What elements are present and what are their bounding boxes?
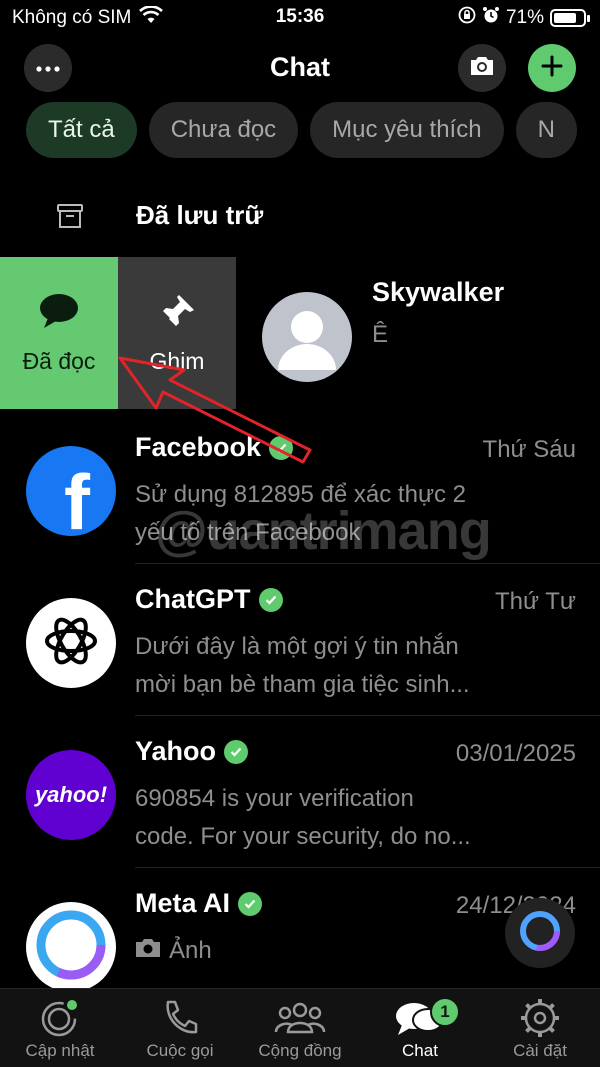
- phone-icon: [120, 995, 240, 1041]
- tab-label: Cập nhật: [25, 1041, 95, 1060]
- meta-ai-icon: [516, 907, 564, 960]
- facebook-logo-icon: f: [64, 457, 90, 537]
- chat-bubble-icon: [38, 292, 80, 336]
- alarm-icon: [482, 6, 500, 30]
- swiped-chat-row[interactable]: Đã đọc Ghim Skywalker Ê: [0, 257, 600, 409]
- tab-bar: Cập nhật Cuộc gọi Cộng đồng Chat 1 Cài đ…: [0, 988, 600, 1067]
- yahoo-avatar[interactable]: yahoo!: [26, 750, 116, 840]
- archive-icon: [56, 203, 84, 234]
- new-chat-button[interactable]: [528, 44, 576, 92]
- updates-icon: [0, 995, 120, 1041]
- settings-icon: [480, 995, 600, 1041]
- chat-name: ChatGPT: [135, 584, 251, 614]
- verified-icon: [224, 739, 249, 764]
- tab-label: Cộng đồng: [258, 1041, 342, 1060]
- meta-ai-ring-icon: [32, 906, 110, 989]
- status-bar: Không có SIM 15:36 71%: [0, 0, 600, 36]
- page-title: Chat: [270, 52, 330, 82]
- mark-read-label: Đã đọc: [22, 347, 96, 374]
- chat-preview: 690854 is your verification code. For yo…: [135, 780, 535, 856]
- camera-button[interactable]: [458, 44, 506, 92]
- archived-row[interactable]: Đã lưu trữ: [0, 180, 600, 252]
- preview-line: Ảnh: [169, 937, 212, 964]
- tab-label: Cuộc gọi: [146, 1041, 214, 1060]
- chat-name-group: Facebook: [135, 432, 294, 463]
- filter-favorites[interactable]: Mục yêu thích: [310, 102, 504, 158]
- unread-badge: 1: [430, 997, 460, 1027]
- battery-percent: 71%: [505, 7, 544, 28]
- chat-date: Thứ Sáu: [482, 436, 576, 463]
- avatar[interactable]: [262, 292, 352, 382]
- tab-calls[interactable]: Cuộc gọi: [120, 995, 240, 1061]
- preview-line: mời bạn bè tham gia tiệc sinh...: [135, 671, 470, 698]
- chat-name: Meta AI: [135, 888, 231, 918]
- camera-icon: [469, 55, 495, 82]
- preview-line: 690854 is your verification: [135, 785, 414, 812]
- chat-preview: Ê: [372, 321, 389, 348]
- preview-line: code. For your security, do no...: [135, 823, 471, 850]
- header: Chat: [0, 44, 600, 94]
- communities-icon: [240, 995, 360, 1041]
- filter-groups[interactable]: N: [515, 102, 577, 158]
- filter-chips: Tất cả Chưa đọc Mục yêu thích N: [26, 102, 577, 158]
- facebook-avatar[interactable]: f: [26, 446, 116, 536]
- chat-name-group: Yahoo: [135, 736, 249, 767]
- verified-icon: [258, 587, 283, 612]
- meta-ai-avatar[interactable]: [26, 902, 116, 992]
- watermark: @uantrimang: [155, 501, 492, 561]
- meta-ai-button[interactable]: [505, 898, 575, 968]
- photo-icon: [135, 932, 161, 970]
- pin-label: Ghim: [149, 347, 205, 374]
- pin-icon: [157, 292, 197, 338]
- filter-all[interactable]: Tất cả: [26, 102, 137, 158]
- pin-button[interactable]: Ghim: [118, 257, 236, 409]
- filter-unread[interactable]: Chưa đọc: [148, 102, 299, 158]
- chat-row-yahoo[interactable]: yahoo! Yahoo 03/01/2025 690854 is your v…: [0, 716, 600, 868]
- lock-rotation-icon: [458, 6, 476, 30]
- chatgpt-logo-icon: [40, 610, 102, 677]
- chat-name-group: ChatGPT: [135, 584, 283, 615]
- mark-read-button[interactable]: Đã đọc: [0, 257, 118, 409]
- chat-name: Skywalker: [372, 277, 505, 307]
- chat-preview: Dưới đây là một gợi ý tin nhắn mời bạn b…: [135, 628, 535, 704]
- verified-icon: [238, 891, 263, 916]
- battery-icon: [550, 9, 590, 27]
- chat-date: 03/01/2025: [455, 740, 576, 767]
- chat-name: Facebook: [135, 432, 262, 462]
- tab-label: Chat: [402, 1041, 438, 1060]
- verified-icon: [269, 435, 294, 460]
- chat-name: Yahoo: [135, 736, 217, 766]
- tab-communities[interactable]: Cộng đồng: [240, 995, 360, 1061]
- chat-date: Thứ Tư: [494, 588, 576, 615]
- tab-settings[interactable]: Cài đặt: [480, 995, 600, 1061]
- chat-row-chatgpt[interactable]: ChatGPT Thứ Tư Dưới đây là một gợi ý tin…: [0, 564, 600, 716]
- preview-line: Dưới đây là một gợi ý tin nhắn: [135, 633, 459, 660]
- yahoo-logo-icon: yahoo!: [34, 782, 108, 807]
- tab-updates[interactable]: Cập nhật: [0, 995, 120, 1061]
- chats-icon: [360, 995, 480, 1041]
- chat-name-group: Meta AI: [135, 888, 263, 919]
- chatgpt-avatar[interactable]: [26, 598, 116, 688]
- plus-icon: [540, 54, 564, 83]
- tab-chats[interactable]: Chat 1: [360, 995, 480, 1061]
- chat-preview: Ảnh: [135, 932, 535, 970]
- archived-label: Đã lưu trữ: [136, 200, 264, 230]
- tab-label: Cài đặt: [513, 1041, 567, 1060]
